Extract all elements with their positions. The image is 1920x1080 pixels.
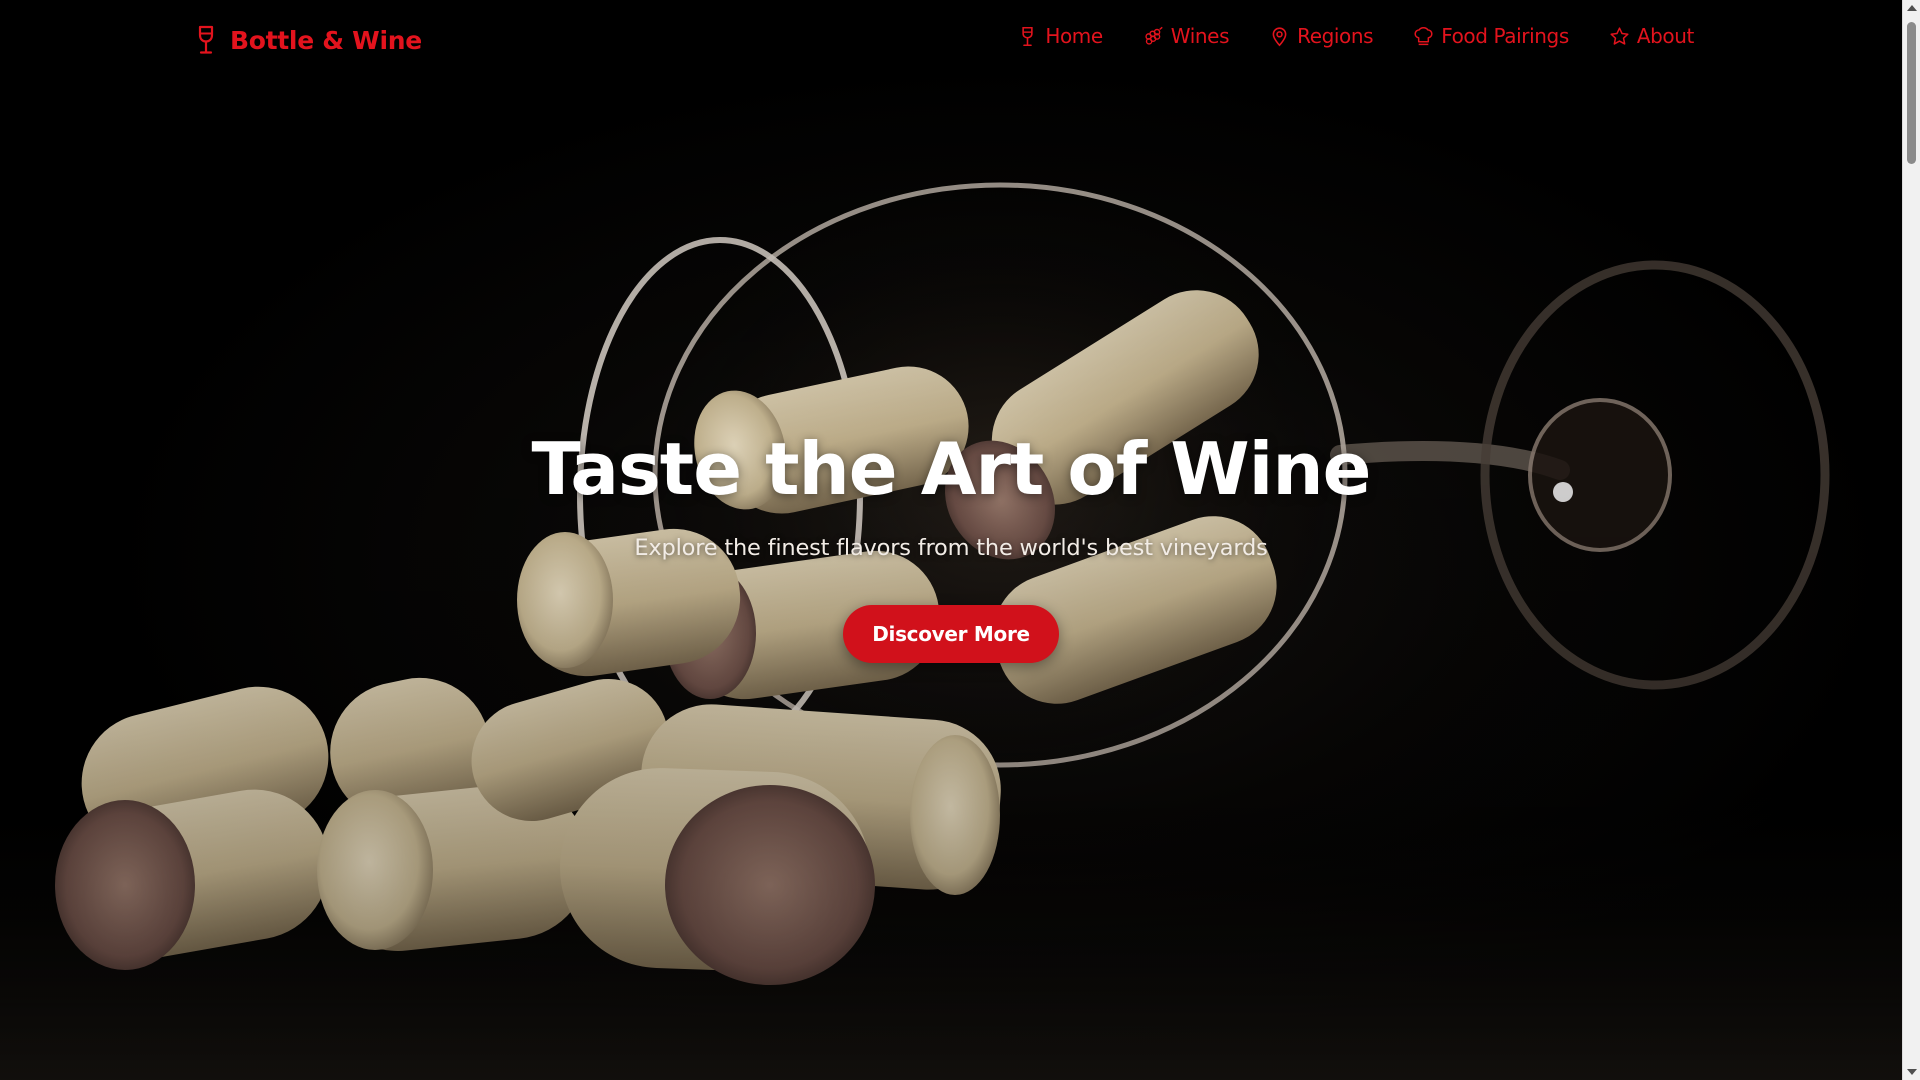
wine-glass-icon <box>1022 26 1033 46</box>
star-icon <box>1610 26 1629 45</box>
nav-item-label: Home <box>1045 24 1103 48</box>
navbar: Bottle & Wine Home Wines Regions Food Pa… <box>0 0 1902 80</box>
scrollbar-thumb[interactable] <box>1907 22 1916 164</box>
hero-subtitle: Explore the finest flavors from the worl… <box>634 535 1268 562</box>
scroll-down-arrow-icon[interactable] <box>1907 1069 1917 1075</box>
nav-item-wines[interactable]: Wines <box>1143 24 1229 48</box>
discover-more-button[interactable]: Discover More <box>843 605 1059 664</box>
brand-logo[interactable]: Bottle & Wine <box>194 22 422 58</box>
map-pin-icon <box>1272 26 1287 46</box>
page-scrollbar[interactable] <box>1902 0 1920 1080</box>
nav-item-food-pairings[interactable]: Food Pairings <box>1413 24 1569 48</box>
nav-item-home[interactable]: Home <box>1017 24 1103 48</box>
nav-item-label: Wines <box>1170 24 1230 48</box>
nav-item-label: Regions <box>1297 24 1374 48</box>
nav-item-regions[interactable]: Regions <box>1269 24 1374 48</box>
wine-glass-icon <box>198 25 214 54</box>
hero-content: Taste the Art of Wine Explore the finest… <box>0 427 1902 664</box>
hero-title: Taste the Art of Wine <box>531 427 1372 511</box>
nav-item-label: Food Pairings <box>1441 24 1569 48</box>
brand-name: Bottle & Wine <box>230 25 422 55</box>
chef-hat-icon <box>1414 26 1433 45</box>
nav-item-label: About <box>1636 24 1695 48</box>
grapes-icon <box>1145 26 1163 45</box>
nav-item-about[interactable]: About <box>1609 24 1694 48</box>
scroll-up-arrow-icon[interactable] <box>1907 5 1917 11</box>
nav-menu: Home Wines Regions Food Pairings About <box>1017 24 1694 48</box>
